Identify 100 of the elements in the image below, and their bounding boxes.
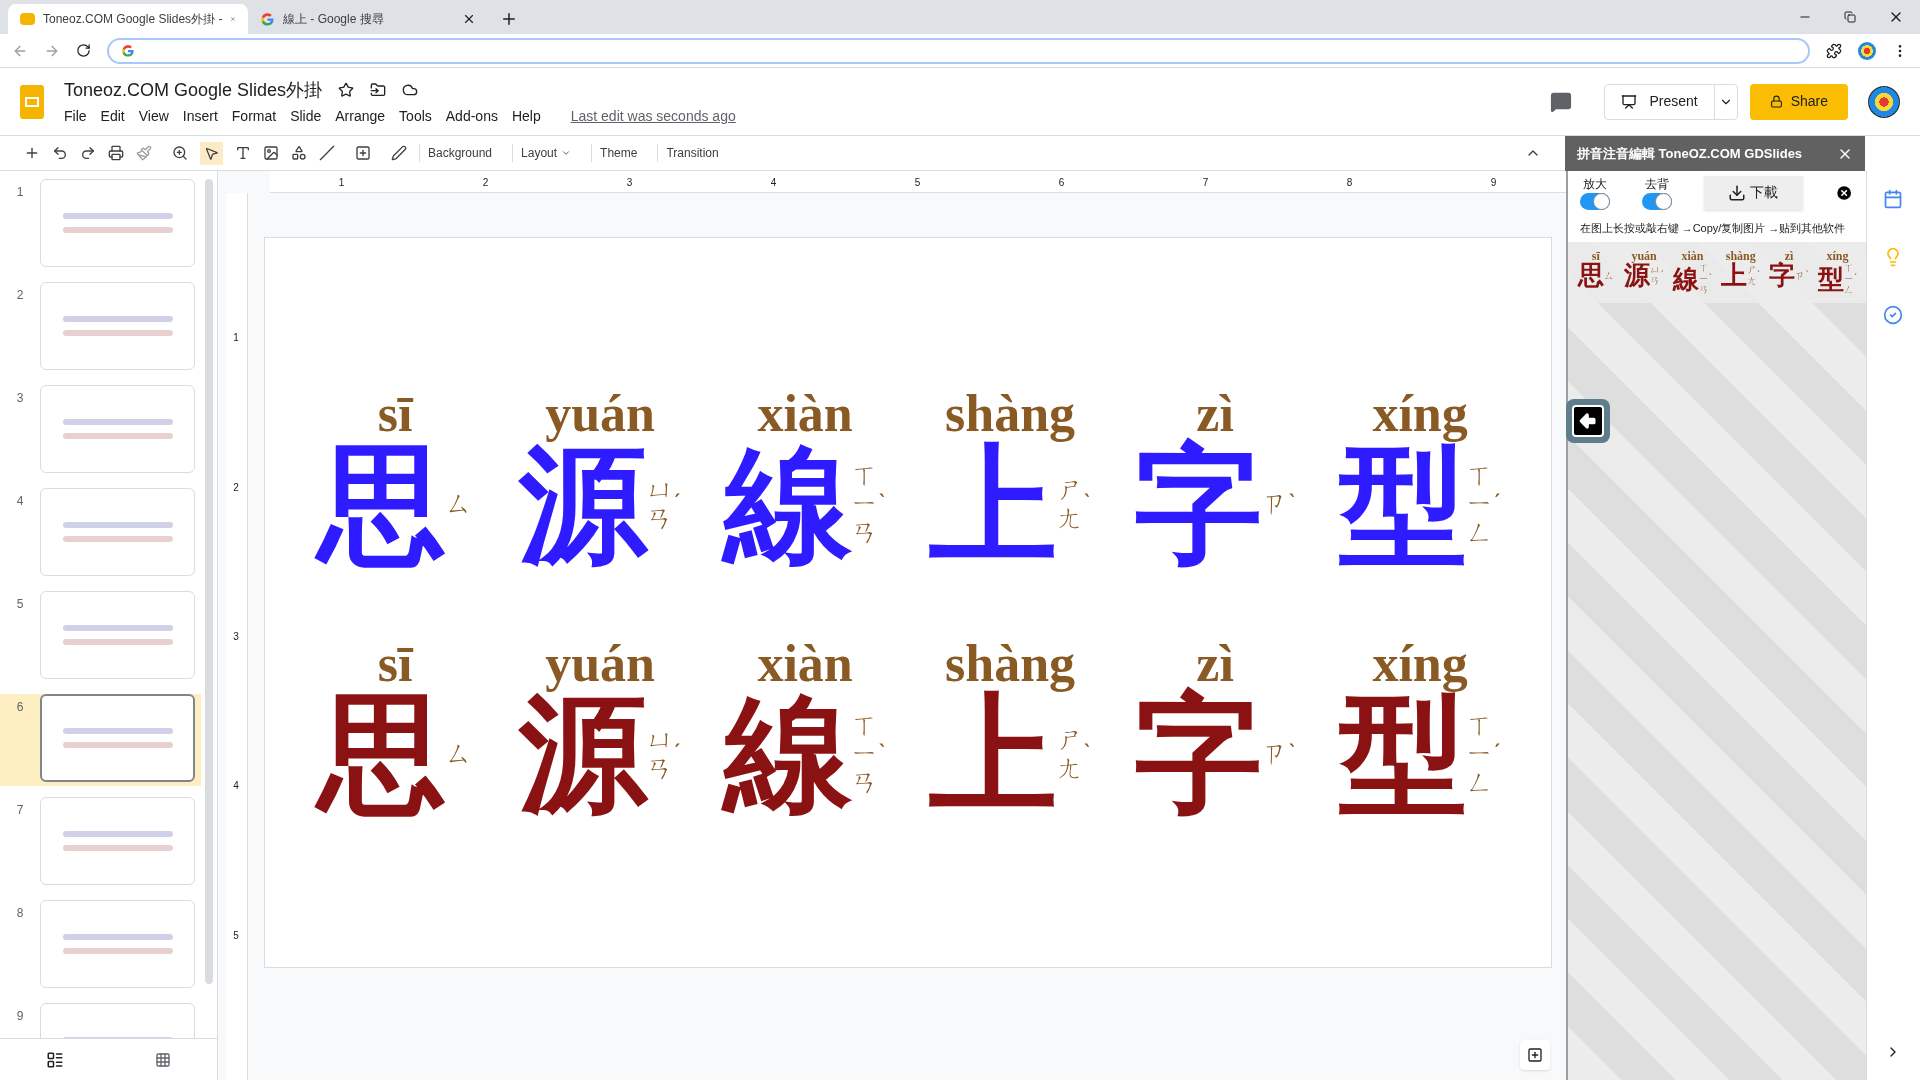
- paint-format-icon[interactable]: [136, 145, 152, 161]
- zoom-icon[interactable]: [172, 145, 188, 161]
- browser-tab[interactable]: Toneoz.COM Google Slides外掛 -: [8, 4, 248, 34]
- address-field[interactable]: [107, 37, 1810, 64]
- chinese-character: 線: [723, 439, 852, 568]
- tone-mark: ˊ: [1660, 268, 1664, 283]
- menu-item[interactable]: View: [138, 105, 169, 127]
- download-button[interactable]: 下載: [1703, 175, 1804, 210]
- image-icon[interactable]: [263, 145, 279, 161]
- tone-mark: ˊ: [1492, 737, 1502, 770]
- zhuyin-text: ㄙ: [446, 739, 473, 768]
- menu-item[interactable]: Arrange: [335, 105, 386, 127]
- toolbar-button[interactable]: Transition: [657, 144, 727, 162]
- zhuyin-text: ㄒㄧㄥ: [1466, 460, 1493, 547]
- comment-icon[interactable]: [1550, 90, 1573, 113]
- grid-view-icon[interactable]: [154, 1051, 171, 1068]
- share-button[interactable]: Share: [1749, 83, 1848, 120]
- tone-mark: ˋ: [1757, 268, 1761, 283]
- slide-number: 6: [15, 699, 25, 716]
- print-icon[interactable]: [108, 145, 124, 161]
- present-icon: [1621, 93, 1638, 110]
- slides-icon: [20, 13, 35, 25]
- explore-button[interactable]: [1519, 1040, 1550, 1070]
- new-tab-icon[interactable]: [500, 10, 518, 28]
- menu-item[interactable]: Format: [231, 105, 277, 127]
- lock-icon: [1769, 95, 1783, 108]
- toolbar-button[interactable]: Background: [419, 144, 501, 162]
- pinyin-text: xíng: [1372, 387, 1468, 440]
- menu-item[interactable]: File: [64, 105, 87, 127]
- pinyin-text: zì: [1784, 250, 1794, 262]
- chinese-character: 型: [1817, 265, 1844, 292]
- google-icon: [260, 11, 275, 27]
- toggle-label: 去背: [1644, 176, 1669, 193]
- reload-icon[interactable]: [76, 43, 91, 58]
- cloud-icon[interactable]: [402, 82, 419, 98]
- zhuyin-text: ㄙ: [1603, 269, 1614, 281]
- zhuyin-text: ㄩㄢ: [646, 474, 673, 533]
- slide-number: 7: [15, 802, 25, 819]
- shapes-icon[interactable]: [291, 145, 307, 161]
- zhuyin-text: ㄗ: [1795, 269, 1806, 281]
- text-box-icon[interactable]: [235, 145, 251, 161]
- slide-number: 2: [15, 287, 25, 304]
- toolbar-button[interactable]: Theme: [591, 144, 646, 162]
- pointer-icon: [204, 145, 219, 161]
- zhuyin-text: ㄒㄧㄥ: [1843, 262, 1854, 295]
- slide-thumbnail[interactable]: 6: [0, 694, 201, 786]
- profile-avatar[interactable]: [1868, 85, 1900, 118]
- star-icon[interactable]: [338, 82, 355, 98]
- undo-icon[interactable]: [52, 145, 68, 161]
- redo-icon[interactable]: [80, 145, 96, 161]
- chinese-character: 線: [1672, 265, 1699, 292]
- pinyin-text: xiàn: [757, 387, 853, 440]
- tone-mark: ˋ: [1287, 487, 1297, 520]
- pen-icon[interactable]: [391, 145, 407, 161]
- toolbar-button[interactable]: Layout: [512, 144, 580, 162]
- slide-number: 5: [15, 596, 25, 613]
- google-icon: [121, 43, 135, 58]
- pinyin-text: sī: [377, 637, 413, 690]
- tab-title: 線上 - Google 搜尋: [283, 11, 385, 28]
- slide-number: 3: [15, 390, 25, 407]
- line-icon[interactable]: [319, 145, 335, 161]
- menu-item[interactable]: Insert: [182, 105, 218, 127]
- folder-icon[interactable]: [370, 82, 387, 98]
- pinyin-text: shàng: [945, 637, 1076, 690]
- check-icon[interactable]: [1883, 305, 1904, 325]
- slide-number: 8: [15, 905, 25, 922]
- menu-item[interactable]: Edit: [100, 105, 125, 127]
- menu-item[interactable]: Help: [511, 105, 541, 127]
- pinyin-text: xíng: [1372, 637, 1468, 690]
- chinese-character: 思: [1577, 262, 1604, 288]
- pinyin-text: xíng: [1826, 250, 1849, 262]
- tone-mark: ˊ: [1853, 272, 1858, 286]
- toggle-switch[interactable]: [1579, 193, 1610, 210]
- menu-item[interactable]: Add-ons: [445, 105, 498, 127]
- comment-add-icon[interactable]: [355, 145, 371, 161]
- zhuyin-text: ㄗ: [1261, 739, 1288, 768]
- calendar-icon[interactable]: [1883, 189, 1904, 209]
- menu-item[interactable]: Tools: [399, 105, 432, 127]
- tone-mark: ˋ: [1082, 487, 1092, 520]
- document-title[interactable]: Toneoz.COM Google Slides外掛: [64, 76, 323, 104]
- new-slide-icon[interactable]: [24, 145, 40, 161]
- restore-icon[interactable]: [1844, 11, 1856, 23]
- tone-mark: ˋ: [1805, 268, 1809, 283]
- zhuyin-text: ㄕㄤ: [1747, 264, 1758, 286]
- menu-item[interactable]: Slide: [290, 105, 322, 127]
- tone-mark: ˋ: [877, 487, 887, 520]
- tone-mark: ˊ: [672, 487, 682, 520]
- pinyin-text: yuán: [1631, 250, 1657, 262]
- close-icon[interactable]: [462, 12, 476, 26]
- toggle-switch[interactable]: [1641, 193, 1672, 210]
- tone-mark: ˋ: [877, 737, 887, 770]
- scrollbar[interactable]: [204, 179, 213, 984]
- list-view-icon[interactable]: [45, 1050, 64, 1069]
- pinyin-text: xiàn: [757, 637, 853, 690]
- toggle-label: 放大: [1582, 176, 1607, 193]
- tab-title: Toneoz.COM Google Slides外掛 -: [43, 11, 223, 28]
- last-edit-link[interactable]: Last edit was seconds ago: [570, 105, 736, 127]
- zhuyin-text: ㄒㄧㄥ: [1466, 710, 1493, 797]
- select-tool[interactable]: [200, 141, 223, 165]
- extensions-icon[interactable]: [1826, 42, 1842, 59]
